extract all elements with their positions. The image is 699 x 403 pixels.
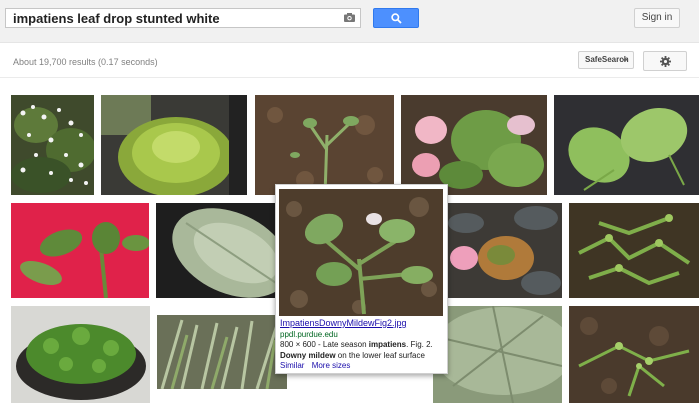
image-result-thumbnail[interactable]	[569, 203, 699, 298]
image-result-thumbnail[interactable]	[11, 95, 94, 195]
search-query-text: impatiens leaf drop stunted white	[13, 11, 220, 26]
image-result-thumbnail[interactable]	[157, 315, 287, 389]
image-preview-popup[interactable]: ImpatiensDownyMildewFig2.jpg ppdl.purdue…	[275, 184, 448, 374]
preview-title-link[interactable]: ImpatiensDownyMildewFig2.jpg	[280, 318, 407, 328]
image-result-thumbnail[interactable]	[446, 203, 562, 298]
search-button[interactable]	[373, 8, 419, 28]
search-input[interactable]: impatiens leaf drop stunted white	[5, 8, 361, 28]
preview-desc-prefix: 800 × 600 - Late season	[280, 340, 369, 349]
search-icon	[391, 13, 402, 24]
safesearch-button[interactable]: SafeSearch	[578, 51, 634, 69]
image-result-thumbnail[interactable]	[401, 95, 547, 195]
image-result-thumbnail[interactable]	[255, 95, 394, 195]
settings-button[interactable]	[643, 51, 687, 71]
results-stats: About 19,700 results (0.17 seconds)	[13, 57, 158, 67]
camera-icon[interactable]	[344, 13, 355, 22]
preview-domain[interactable]: ppdl.purdue.edu	[280, 330, 338, 339]
image-result-thumbnail[interactable]	[11, 306, 150, 403]
preview-desc-suffix: on the lower leaf surface	[335, 351, 425, 360]
image-result-thumbnail[interactable]	[11, 203, 149, 298]
preview-links: Similar More sizes	[280, 361, 355, 370]
top-bar: impatiens leaf drop stunted white Sign i…	[0, 0, 699, 43]
tools-bar: About 19,700 results (0.17 seconds) Safe…	[0, 43, 699, 78]
preview-description: 800 × 600 - Late season impatiens. Fig. …	[280, 339, 443, 361]
sign-in-button[interactable]: Sign in	[634, 8, 680, 28]
preview-desc-bold-1: impatiens	[368, 340, 407, 349]
image-result-thumbnail[interactable]	[101, 95, 247, 195]
image-result-thumbnail[interactable]	[433, 306, 562, 403]
similar-link[interactable]: Similar	[280, 361, 304, 370]
image-result-thumbnail[interactable]	[569, 306, 699, 403]
preview-image[interactable]	[279, 189, 443, 316]
image-result-thumbnail[interactable]	[554, 95, 699, 195]
more-sizes-link[interactable]: More sizes	[312, 361, 351, 370]
gear-icon	[660, 56, 671, 67]
preview-desc-bold-2: Downy mildew	[280, 351, 336, 360]
preview-desc-mid: . Fig. 2.	[406, 340, 433, 349]
chevron-down-icon	[622, 59, 628, 62]
